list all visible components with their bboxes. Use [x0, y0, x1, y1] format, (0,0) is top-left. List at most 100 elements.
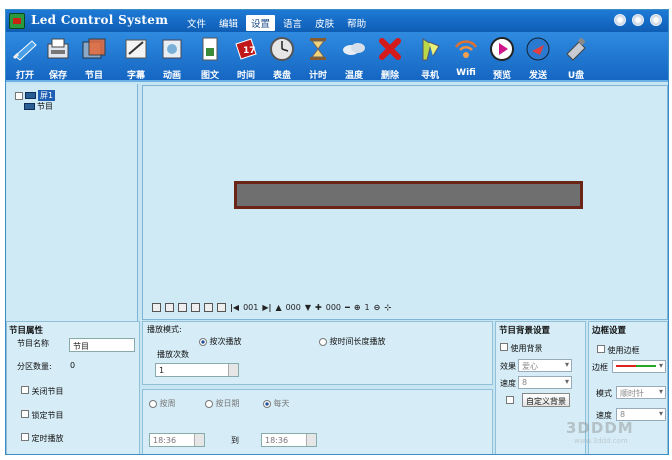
daily-option[interactable]: 每天 [263, 398, 290, 409]
screen-checkbox[interactable] [15, 91, 23, 100]
center-icon[interactable]: ⊹ [384, 303, 391, 312]
by-date-radio[interactable] [205, 399, 213, 408]
play-by-count-option[interactable]: 按次播放 [199, 336, 242, 347]
last-icon[interactable]: ▶| [262, 303, 271, 312]
border-style-select[interactable] [612, 360, 666, 373]
effect-select[interactable]: 爱心 [518, 359, 572, 372]
effect-label: 效果 [500, 362, 516, 371]
led-screen-area[interactable] [234, 181, 583, 209]
zoom-in-icon[interactable]: ⊕ [354, 303, 361, 312]
use-background-checkbox[interactable] [500, 343, 508, 351]
program-tree: 屏1 节目 [7, 84, 138, 321]
clock-button[interactable]: 17 时间 [228, 35, 264, 81]
usb-button[interactable]: U盘 [558, 35, 594, 81]
tree-program-node[interactable]: 节目 [24, 101, 53, 112]
partitions-value: 0 [70, 361, 76, 370]
schedule-panel: 按周 按日期 每天 18:36 到 18:36 [142, 389, 493, 454]
zoom-out-icon[interactable]: ⊖ [374, 303, 381, 312]
hourglass-icon [305, 35, 331, 63]
mode-select[interactable]: 顺时针 [616, 386, 666, 399]
custom-background-checkbox[interactable] [506, 396, 514, 404]
preview-button[interactable]: 预览 [484, 35, 520, 81]
delete-icon [377, 35, 403, 63]
background-title: 节目背景设置 [499, 326, 551, 336]
subtitle-icon [123, 35, 149, 63]
timed-play-checkbox[interactable] [21, 433, 29, 441]
program-button[interactable]: 节目 [76, 35, 112, 81]
use-border-checkbox[interactable] [597, 345, 605, 353]
close-program-option[interactable]: 关闭节目 [21, 386, 64, 397]
subtitle-button[interactable]: 字幕 [118, 35, 154, 81]
search-device-icon [417, 35, 443, 63]
menu-file[interactable]: 文件 [182, 15, 211, 31]
use-background-option[interactable]: 使用背景 [500, 343, 543, 354]
app-title: Led Control System [31, 13, 169, 27]
minimize-icon[interactable] [614, 14, 626, 26]
menu-skin[interactable]: 皮肤 [310, 15, 339, 31]
animation-button[interactable]: 动画 [154, 35, 190, 81]
timer-button[interactable]: 计时 [300, 35, 336, 81]
play-count-stepper[interactable]: 1 [155, 363, 239, 377]
mode-label: 模式 [596, 389, 612, 398]
delete-button[interactable]: 删除 [372, 35, 408, 81]
speed-select[interactable]: 8 [518, 376, 572, 389]
down-icon[interactable]: ▼ [305, 303, 311, 312]
send-button[interactable]: 发送 [520, 35, 556, 81]
tile-icon[interactable] [178, 302, 187, 312]
lock-program-option[interactable]: 锁定节目 [21, 410, 64, 421]
send-icon [525, 35, 551, 63]
daily-radio[interactable] [263, 399, 271, 408]
save-button[interactable]: 保存 [40, 35, 76, 81]
align-icon[interactable] [152, 302, 161, 312]
up-icon[interactable]: ▲ [275, 303, 281, 312]
first-icon[interactable]: |◀ [230, 303, 239, 312]
weekly-option[interactable]: 按周 [149, 398, 176, 409]
timed-play-option[interactable]: 定时播放 [21, 433, 64, 444]
fit-icon[interactable] [217, 302, 226, 312]
tree-screen-node[interactable]: 屏1 [15, 90, 56, 101]
program-node-icon [24, 103, 35, 110]
split-icon[interactable] [165, 302, 174, 312]
program-name-input[interactable]: 节目 [69, 338, 135, 352]
play-count-label: 播放次数 [157, 350, 189, 359]
play-by-duration-option[interactable]: 按时间长度播放 [319, 336, 386, 347]
time-to-stepper[interactable]: 18:36 [261, 433, 317, 447]
to-label: 到 [231, 436, 239, 445]
time-from-stepper[interactable]: 18:36 [149, 433, 205, 447]
image-text-icon [197, 35, 223, 63]
menu-edit[interactable]: 编辑 [214, 15, 243, 31]
wifi-button[interactable]: Wifi [448, 35, 484, 81]
menu-settings[interactable]: 设置 [246, 15, 276, 31]
speed-label: 速度 [500, 379, 516, 388]
canvas-toolbar: |◀ 001 ▶| ▲ 000 ▼ ✚ 000 ━ ⊕ 1 ⊖ ⊹ [152, 300, 391, 314]
close-program-checkbox[interactable] [21, 386, 29, 394]
maximize-icon[interactable] [632, 14, 644, 26]
menu-bar: 文件 编辑 设置 语言 皮肤 帮助 [182, 15, 371, 31]
layout-icon[interactable] [204, 302, 213, 312]
menu-language[interactable]: 语言 [278, 15, 307, 31]
lock-program-checkbox[interactable] [21, 410, 29, 418]
program-name-label: 节目名称 [17, 339, 49, 348]
by-date-option[interactable]: 按日期 [205, 398, 240, 409]
screen-label: 屏1 [38, 90, 56, 101]
custom-background-button[interactable]: 自定义背景 [522, 393, 570, 407]
program-node-label: 节目 [37, 102, 53, 111]
use-border-option[interactable]: 使用边框 [597, 345, 640, 356]
save-icon [45, 35, 71, 63]
clock-icon: 17 [233, 35, 259, 63]
weekly-radio[interactable] [149, 399, 157, 408]
menu-help[interactable]: 帮助 [342, 15, 371, 31]
play-by-count-radio[interactable] [199, 337, 207, 346]
plus-icon[interactable]: ✚ [315, 303, 322, 312]
image-text-button[interactable]: 图文 [192, 35, 228, 81]
grid-icon[interactable] [191, 302, 200, 312]
program-properties-title: 节目属性 [9, 326, 44, 336]
close-icon[interactable] [650, 14, 662, 26]
dial-button[interactable]: 表盘 [264, 35, 300, 81]
search-device-button[interactable]: 寻机 [412, 35, 448, 81]
temperature-button[interactable]: 温度 [336, 35, 372, 81]
border-preview-icon [616, 365, 656, 367]
minus-icon[interactable]: ━ [345, 303, 350, 312]
play-by-duration-radio[interactable] [319, 337, 327, 346]
watermark: 3DDDM [566, 419, 634, 437]
